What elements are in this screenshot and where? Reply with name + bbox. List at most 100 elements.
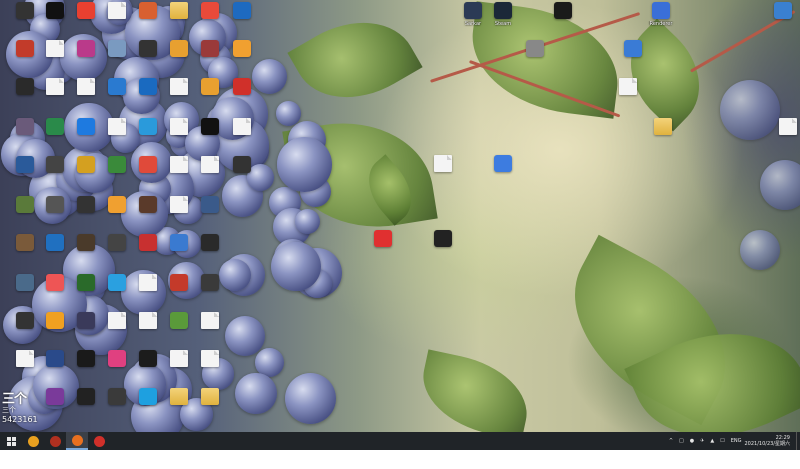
desktop-icon[interactable] xyxy=(420,230,466,270)
file-icon xyxy=(170,350,188,367)
system-tray: ^ □ ● ✈ ▲ ☐ ENG 22:29 2021/10/23/星期六 xyxy=(666,432,800,450)
taskbar: ^ □ ● ✈ ▲ ☐ ENG 22:29 2021/10/23/星期六 xyxy=(0,432,800,450)
desktop-icon[interactable] xyxy=(187,388,233,428)
folder-icon xyxy=(654,118,672,135)
app-icon xyxy=(170,40,188,57)
app-icon xyxy=(77,388,95,405)
app-icon xyxy=(46,156,64,173)
desktop-icon[interactable] xyxy=(219,118,265,158)
app-icon xyxy=(494,155,512,172)
desktop-icon[interactable] xyxy=(219,78,265,118)
desktop-icon[interactable] xyxy=(187,350,233,390)
folder-icon xyxy=(170,2,188,19)
app-icon xyxy=(108,350,126,367)
desktop-icon[interactable] xyxy=(187,196,233,236)
tray-icon[interactable]: ▲ xyxy=(710,438,714,444)
file-icon xyxy=(139,312,157,329)
app-icon xyxy=(494,2,512,19)
file-icon xyxy=(108,2,126,19)
desktop-icon[interactable]: Renderer xyxy=(638,2,684,42)
file-icon xyxy=(434,155,452,172)
desktop-icon[interactable] xyxy=(187,312,233,352)
app-icon xyxy=(233,2,251,19)
app-icon xyxy=(139,388,157,405)
desktop-icon[interactable] xyxy=(540,2,586,42)
app-icon xyxy=(108,40,126,57)
taskbar-app-active-button[interactable] xyxy=(66,432,88,450)
app-icon xyxy=(201,274,219,291)
watermark-subtitle: 三个 xyxy=(2,406,16,414)
desktop-icon[interactable]: Steam xyxy=(480,2,526,42)
desktop-icon-label: Renderer xyxy=(649,21,673,27)
app-icon xyxy=(201,234,219,251)
taskbar-app-button[interactable] xyxy=(44,432,66,450)
desktop-icon-label: Steam xyxy=(494,21,512,27)
grape-berry xyxy=(740,230,780,270)
app-icon xyxy=(46,196,64,213)
app-icon xyxy=(108,156,126,173)
file-icon xyxy=(170,196,188,213)
desktop-icon[interactable] xyxy=(219,2,265,42)
app-icon xyxy=(77,118,95,135)
show-desktop-button[interactable] xyxy=(796,432,800,450)
grape-berry xyxy=(235,372,277,415)
app-icon xyxy=(233,156,251,173)
app-icon xyxy=(233,40,251,57)
desktop-icon[interactable] xyxy=(360,230,406,270)
app-icon xyxy=(139,118,157,135)
app-icon xyxy=(77,196,95,213)
file-icon xyxy=(233,118,251,135)
tray-icon[interactable]: □ xyxy=(679,438,684,444)
desktop-icon[interactable] xyxy=(760,2,800,42)
desktop-icon[interactable] xyxy=(512,40,558,80)
app-icon xyxy=(77,2,95,19)
app-icon xyxy=(77,156,95,173)
desktop-icon[interactable] xyxy=(605,78,651,118)
netease-icon xyxy=(93,435,105,447)
app-icon xyxy=(46,312,64,329)
desktop-icon[interactable] xyxy=(219,156,265,196)
app-icon xyxy=(526,40,544,57)
app-icon xyxy=(139,234,157,251)
tray-icon[interactable]: ✈ xyxy=(700,438,704,444)
start-button[interactable] xyxy=(0,432,22,450)
tray-icon[interactable]: ● xyxy=(690,438,694,444)
app-icon xyxy=(201,78,219,95)
tray-icons: ^ □ ● ✈ ▲ ☐ ENG xyxy=(666,438,745,444)
clock-date: 2021/10/23/星期六 xyxy=(744,441,790,447)
watermark-number: 5423161 xyxy=(2,415,38,424)
app-icon xyxy=(46,350,64,367)
file-icon xyxy=(170,156,188,173)
desktop-icon[interactable] xyxy=(480,155,526,195)
file-icon xyxy=(108,312,126,329)
taskbar-chrome-button[interactable] xyxy=(22,432,44,450)
desktop-icon[interactable] xyxy=(610,40,656,80)
app-icon xyxy=(139,78,157,95)
app-icon xyxy=(46,2,64,19)
file-icon xyxy=(619,78,637,95)
app-icon xyxy=(108,274,126,291)
app-icon xyxy=(170,234,188,251)
desktop-icon[interactable] xyxy=(420,155,466,195)
desktop-icon[interactable] xyxy=(765,118,800,158)
tray-icon[interactable]: ^ xyxy=(669,438,673,444)
file-icon xyxy=(201,350,219,367)
app-icon xyxy=(108,78,126,95)
folder-icon xyxy=(201,388,219,405)
app-icon xyxy=(652,2,670,19)
app-icon xyxy=(108,196,126,213)
file-icon xyxy=(46,40,64,57)
tray-icon[interactable]: ☐ xyxy=(720,438,724,444)
app-icon xyxy=(77,234,95,251)
input-language-indicator[interactable]: ENG xyxy=(731,438,742,444)
taskbar-netease-button[interactable] xyxy=(88,432,110,450)
desktop-icon[interactable] xyxy=(640,118,686,158)
desktop-icon[interactable] xyxy=(187,274,233,314)
clock[interactable]: 22:29 2021/10/23/星期六 xyxy=(744,435,790,447)
file-icon xyxy=(77,78,95,95)
app-icon xyxy=(201,2,219,19)
desktop-icon[interactable] xyxy=(187,234,233,274)
file-icon xyxy=(108,118,126,135)
desktop-icon[interactable] xyxy=(219,40,265,80)
app-icon xyxy=(46,274,64,291)
